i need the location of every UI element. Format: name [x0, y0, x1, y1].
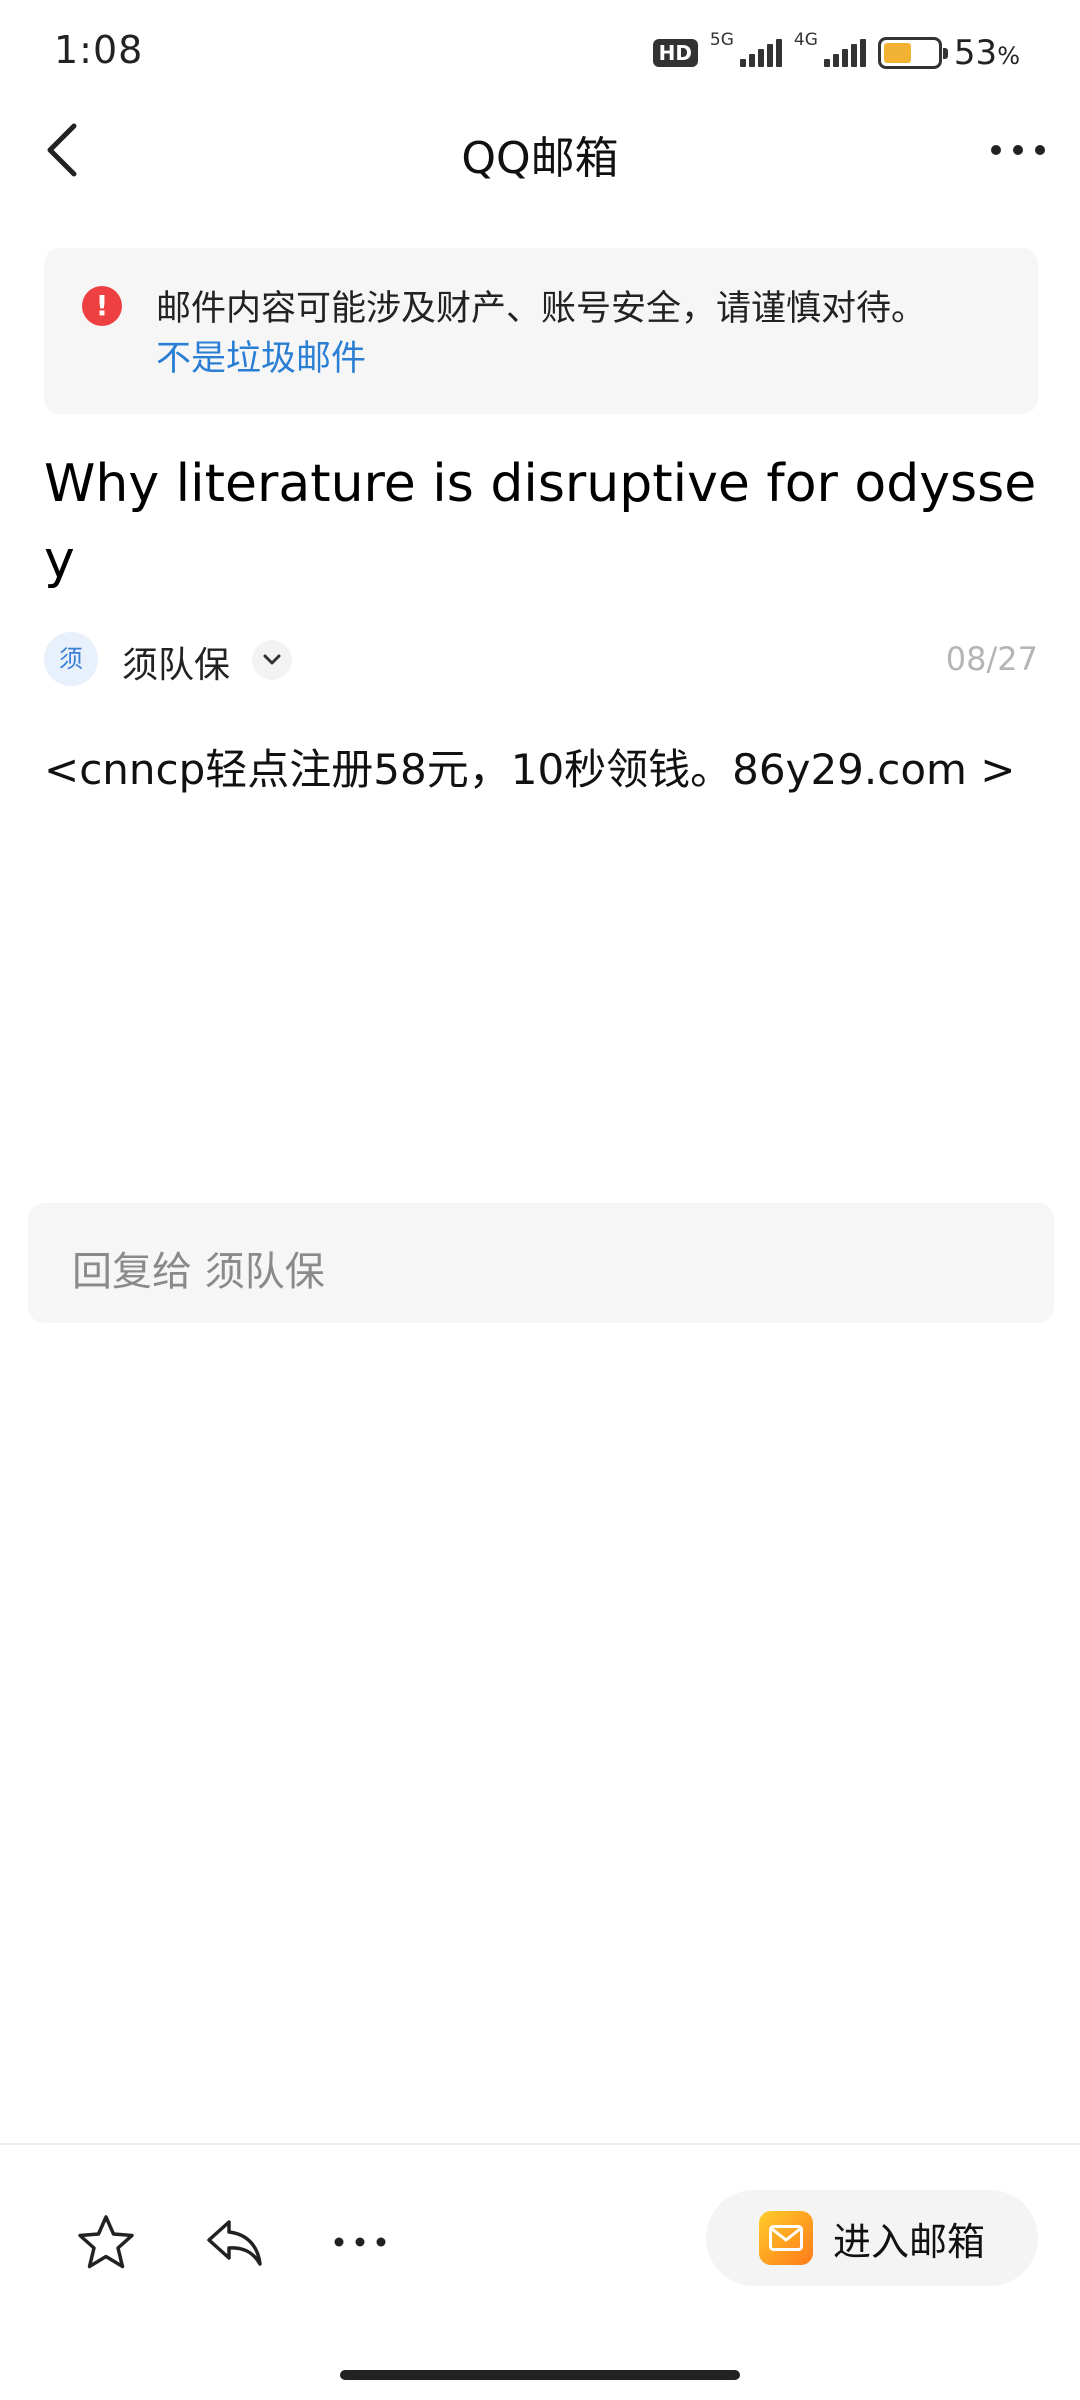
mail-subject: Why literature is disruptive for odyssey [44, 454, 1037, 590]
not-spam-link[interactable]: 不是垃圾邮件 [156, 330, 366, 381]
network-5g-label: 5G [709, 30, 734, 50]
status-bar: 1:08 HD 5G 4G 53% [0, 0, 1080, 100]
sender-row: 须 须队保 08/27 [44, 630, 1038, 686]
hd-badge: HD [652, 39, 698, 67]
home-indicator[interactable] [340, 2370, 740, 2380]
signal-icon [823, 39, 866, 67]
email-detail-screen: 1:08 HD 5G 4G 53% QQ邮箱 ! 邮件内容可能涉及财产、账号安全… [0, 0, 1080, 2400]
network-4g-label: 4G [793, 30, 818, 50]
app-header: QQ邮箱 [0, 100, 1080, 200]
reply-button[interactable] [198, 2206, 270, 2278]
page-title: QQ邮箱 [461, 133, 619, 184]
status-indicators: HD 5G 4G 53% [652, 30, 1020, 76]
chevron-down-icon [263, 654, 281, 665]
reply-icon [207, 2220, 262, 2266]
enter-mailbox-label: 进入邮箱 [832, 2219, 985, 2264]
bottom-divider [0, 2143, 1080, 2145]
star-button[interactable] [70, 2206, 142, 2278]
sender-details-toggle[interactable] [252, 640, 292, 680]
alert-icon: ! [82, 286, 122, 326]
security-warning: ! 邮件内容可能涉及财产、账号安全，请谨慎对待。 不是垃圾邮件 [44, 248, 1038, 414]
enter-mailbox-button[interactable]: 进入邮箱 [706, 2190, 1038, 2286]
mail-date: 08/27 [945, 640, 1038, 678]
battery-fill [883, 43, 912, 63]
battery-percent: 53% [953, 33, 1020, 73]
qq-mail-logo-icon [758, 2211, 813, 2265]
more-actions-button[interactable] [324, 2206, 396, 2278]
warning-text: 邮件内容可能涉及财产、账号安全，请谨慎对待。 [156, 289, 927, 329]
reply-placeholder: 回复给 须队保 [72, 1249, 325, 1295]
signal-icon [739, 39, 782, 67]
star-icon [78, 2215, 134, 2269]
battery-icon [877, 37, 948, 69]
sender-name[interactable]: 须队保 [122, 636, 230, 688]
mail-body: <cnncp轻点注册58元，10秒领钱。86y29.com > [44, 745, 1016, 794]
more-horizontal-icon [334, 2237, 386, 2247]
status-time: 1:08 [54, 28, 144, 72]
avatar[interactable]: 须 [44, 632, 98, 686]
more-options-button[interactable] [982, 118, 1054, 182]
more-horizontal-icon [991, 145, 1045, 155]
reply-input[interactable]: 回复给 须队保 [28, 1203, 1054, 1323]
